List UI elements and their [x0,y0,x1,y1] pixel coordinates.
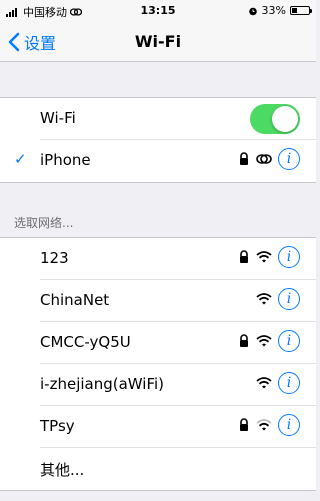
wifi-signal-icon [256,335,272,347]
network-row[interactable]: i-zhejiang(aWiFi) i [0,364,316,406]
checkmark-icon: ✓ [14,150,27,168]
wifi-toggle-switch[interactable] [250,104,300,134]
info-button[interactable]: i [278,330,300,352]
connected-network-icons: i [238,148,300,170]
status-bar: 中国移动 13:15 33% [0,0,316,22]
info-button[interactable]: i [278,148,300,170]
info-button[interactable]: i [278,372,300,394]
toggle-knob [272,106,298,132]
wifi-signal-icon [256,377,272,389]
wifi-toggle-label: Wi-Fi [40,109,76,127]
battery-percent: 33% [261,4,286,17]
network-name: CMCC-yQ5U [40,333,131,351]
alarm-icon [248,7,257,15]
wifi-signal-icon [256,251,272,263]
connected-network-row[interactable]: ✓ iPhone i [0,140,316,182]
lock-icon [240,418,248,431]
network-name: i-zhejiang(aWiFi) [40,375,165,393]
network-name: ChinaNet [40,291,110,309]
page-title: Wi-Fi [134,32,182,51]
other-network-label: 其他... [40,461,85,479]
personal-hotspot-icon [256,154,272,164]
network-list: 123 i ChinaNet i CMCC-yQ5U i i-zhejiang(… [0,237,316,491]
network-name: TPsy [40,417,75,435]
network-row[interactable]: CMCC-yQ5U i [0,322,316,364]
network-icons: i [256,372,300,394]
status-right: 33% [248,4,312,17]
network-row[interactable]: ChinaNet i [0,280,316,322]
network-icons: i [256,288,300,310]
other-network-row[interactable]: 其他... [0,448,316,490]
battery-fill [292,8,297,13]
connected-network-name: iPhone [40,151,91,169]
info-button[interactable]: i [278,288,300,310]
wifi-toggle-row: Wi-Fi [0,98,316,140]
lock-icon [240,334,248,347]
lock-icon [240,250,248,263]
network-icons: i [238,330,300,352]
network-icons: i [238,414,300,436]
network-row[interactable]: 123 i [0,238,316,280]
wifi-signal-icon [256,293,272,305]
battery-icon [290,6,312,15]
wifi-signal-icon [256,419,272,431]
navigation-bar: 设置 Wi-Fi [0,22,316,62]
network-row[interactable]: TPsy i [0,406,316,448]
lock-icon [240,152,248,165]
info-button[interactable]: i [278,414,300,436]
network-icons: i [238,246,300,268]
wifi-status-group: Wi-Fi ✓ iPhone i [0,97,316,183]
info-button[interactable]: i [278,246,300,268]
network-name: 123 [40,249,69,267]
section-header: 选取网络... [14,216,74,230]
